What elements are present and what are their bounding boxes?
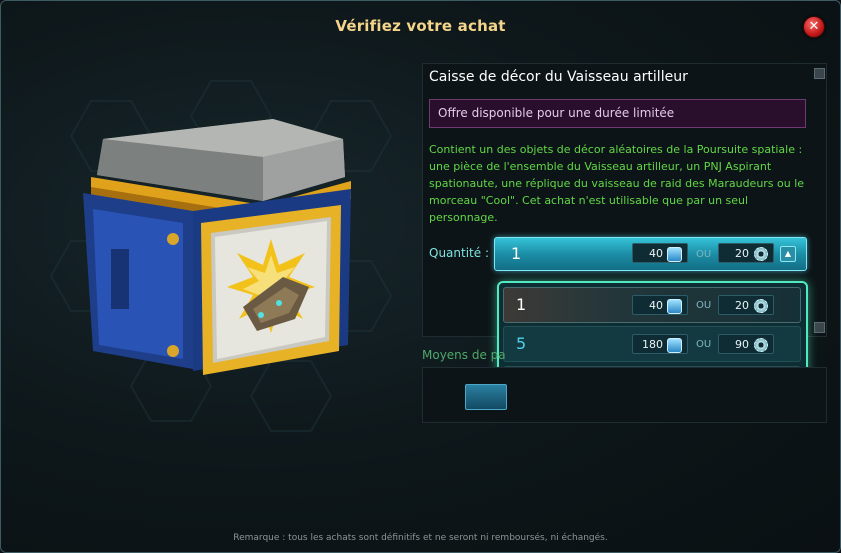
- scroll-up-button[interactable]: [814, 68, 825, 79]
- currency-a-icon: [667, 338, 682, 353]
- price-value: 40: [649, 299, 663, 312]
- purchase-dialog: Vérifiez votre achat ✕ Caisse de décor d…: [0, 0, 841, 553]
- price-box-currency-b: 20: [718, 243, 774, 263]
- currency-b-icon: [754, 299, 768, 313]
- price-box-currency-a: 40: [632, 243, 688, 263]
- crate-image: [83, 119, 351, 375]
- price-value: 90: [735, 338, 749, 351]
- quantity-option[interactable]: 1 40 OU 20: [503, 287, 801, 323]
- selected-quantity: 1: [511, 244, 522, 263]
- price-value: 40: [649, 247, 663, 260]
- option-quantity: 5: [516, 334, 527, 353]
- price-value: 20: [735, 247, 749, 260]
- price-box-currency-a: 180: [632, 334, 688, 354]
- price-box-currency-b: 20: [718, 295, 774, 315]
- dialog-title: Vérifiez votre achat: [335, 17, 506, 35]
- currency-a-icon: [667, 299, 682, 314]
- price-box-currency-b: 90: [718, 334, 774, 354]
- payment-methods-label: Moyens de pa: [422, 348, 506, 362]
- payment-method-button[interactable]: [465, 384, 507, 410]
- close-icon[interactable]: ✕: [803, 16, 825, 38]
- chevron-up-icon[interactable]: ▲: [780, 246, 796, 262]
- or-label: OU: [696, 300, 712, 311]
- footer-note: Remarque : tous les achats sont définiti…: [233, 533, 608, 543]
- scroll-down-button[interactable]: [814, 322, 825, 333]
- price-box-currency-a: 40: [632, 295, 688, 315]
- currency-b-icon: [754, 247, 768, 261]
- quantity-label: Quantité :: [429, 246, 489, 260]
- option-quantity: 1: [516, 295, 527, 314]
- limited-offer-banner: Offre disponible pour une durée limitée: [429, 99, 806, 128]
- or-label: OU: [696, 339, 712, 350]
- currency-b-icon: [754, 338, 768, 352]
- item-name: Caisse de décor du Vaisseau artilleur: [429, 69, 688, 85]
- price-value: 180: [642, 338, 663, 351]
- limited-offer-text: Offre disponible pour une durée limitée: [438, 106, 675, 120]
- or-label: OU: [696, 249, 712, 260]
- currency-a-icon: [667, 247, 682, 262]
- price-value: 20: [735, 299, 749, 312]
- item-description: Contient un des objets de décor aléatoir…: [429, 143, 805, 224]
- quantity-select[interactable]: 1 40 OU 20 ▲: [494, 237, 807, 271]
- quantity-option[interactable]: 5 180 OU 90: [503, 326, 801, 362]
